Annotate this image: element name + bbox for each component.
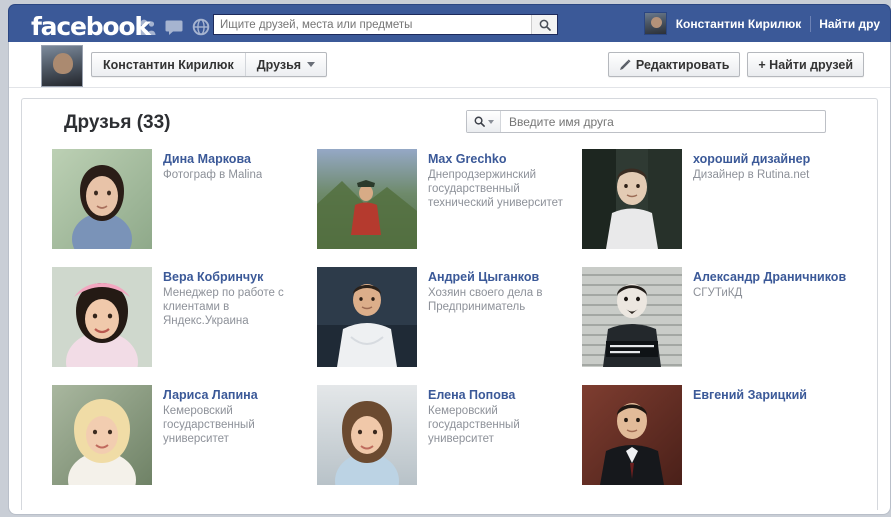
global-search-button[interactable] bbox=[531, 15, 557, 34]
friend-meta: Лариса Лапина Кемеровский государственны… bbox=[163, 385, 317, 485]
friend-name[interactable]: хороший дизайнер bbox=[693, 152, 810, 167]
friend-meta: Андрей Цыганков Хозяин своего дела в Пре… bbox=[428, 267, 582, 367]
friend-name[interactable]: Max Grechko bbox=[428, 152, 582, 167]
page-title: Друзья (33) bbox=[64, 112, 171, 134]
friend-name[interactable]: Вера Кобринчук bbox=[163, 270, 317, 285]
friend-subtitle: Дизайнер в Rutina.net bbox=[693, 168, 810, 182]
navbar-user-area: Константин Кирилюк Найти дру bbox=[644, 12, 888, 35]
friend-photo[interactable] bbox=[317, 149, 417, 249]
friend-meta: Вера Кобринчук Менеджер по работе с клие… bbox=[163, 267, 317, 367]
friend-meta: Елена Попова Кемеровский государственный… bbox=[428, 385, 582, 485]
friend-photo[interactable] bbox=[317, 385, 417, 485]
friend-photo[interactable] bbox=[582, 267, 682, 367]
facebook-top-navbar: facebook bbox=[8, 4, 891, 42]
friend-item[interactable]: Лариса Лапина Кемеровский государственны… bbox=[52, 385, 317, 485]
friend-meta: Max Grechko Днепродзержинский государств… bbox=[428, 149, 582, 249]
friend-item[interactable]: Вера Кобринчук Менеджер по работе с клие… bbox=[52, 267, 317, 367]
friend-name[interactable]: Александр Драничников bbox=[693, 270, 846, 285]
friend-photo[interactable] bbox=[52, 385, 152, 485]
friend-item[interactable]: Дина Маркова Фотограф в Malina bbox=[52, 149, 317, 249]
friend-subtitle: Кемеровский государственный университет bbox=[163, 404, 317, 446]
navbar-icon-group bbox=[137, 18, 211, 36]
friend-name[interactable]: Дина Маркова bbox=[163, 152, 262, 167]
friends-grid: Дина Маркова Фотограф в Malina Max Grech… bbox=[22, 149, 877, 485]
friend-subtitle: Хозяин своего дела в Предприниматель bbox=[428, 286, 582, 314]
messages-icon[interactable] bbox=[164, 18, 184, 36]
global-search-box[interactable] bbox=[213, 14, 558, 35]
friend-photo[interactable] bbox=[52, 267, 152, 367]
navbar-user-name[interactable]: Константин Кирилюк bbox=[667, 17, 811, 31]
pencil-icon bbox=[619, 59, 631, 71]
facebook-logo[interactable]: facebook bbox=[31, 12, 150, 41]
friend-item[interactable]: Евгений Зарицкий bbox=[582, 385, 847, 485]
friend-meta: хороший дизайнер Дизайнер в Rutina.net bbox=[693, 149, 810, 249]
friend-meta: Евгений Зарицкий bbox=[693, 385, 807, 485]
friend-subtitle: Менеджер по работе с клиентами в Яндекс.… bbox=[163, 286, 317, 328]
friend-photo[interactable] bbox=[317, 267, 417, 367]
friends-tab-label: Друзья bbox=[257, 58, 301, 72]
friends-card-header: Друзья (33) bbox=[22, 99, 877, 149]
friend-subtitle: Кемеровский государственный университет bbox=[428, 404, 582, 446]
search-icon bbox=[474, 116, 485, 127]
profile-name-button[interactable]: Константин Кирилюк bbox=[92, 53, 245, 76]
chevron-down-icon bbox=[307, 62, 315, 67]
profile-action-buttons: Редактировать + Найти друзей bbox=[608, 52, 864, 77]
page-body: Константин Кирилюк Друзья Редактировать … bbox=[8, 42, 891, 515]
friend-meta: Дина Маркова Фотограф в Malina bbox=[163, 149, 262, 249]
global-search-input[interactable] bbox=[214, 19, 531, 31]
friend-requests-icon[interactable] bbox=[137, 18, 157, 36]
friends-card: Друзья (33) bbox=[21, 98, 878, 510]
notifications-icon[interactable] bbox=[191, 18, 211, 36]
navbar-avatar[interactable] bbox=[644, 12, 667, 35]
friend-photo[interactable] bbox=[52, 149, 152, 249]
friend-name[interactable]: Евгений Зарицкий bbox=[693, 388, 807, 403]
friend-photo[interactable] bbox=[582, 149, 682, 249]
profile-nav-button-group: Константин Кирилюк Друзья bbox=[91, 52, 327, 77]
friend-item[interactable]: Елена Попова Кемеровский государственный… bbox=[317, 385, 582, 485]
friends-tab-button[interactable]: Друзья bbox=[246, 53, 326, 76]
friend-item[interactable]: Max Grechko Днепродзержинский государств… bbox=[317, 149, 582, 249]
friend-meta: Александр Драничников СГУТиКД bbox=[693, 267, 846, 367]
friend-subtitle: Днепродзержинский государственный технич… bbox=[428, 168, 582, 210]
profile-avatar[interactable] bbox=[41, 45, 83, 87]
friend-item[interactable]: хороший дизайнер Дизайнер в Rutina.net bbox=[582, 149, 847, 249]
friend-name[interactable]: Елена Попова bbox=[428, 388, 582, 403]
edit-button[interactable]: Редактировать bbox=[608, 52, 740, 77]
friend-item[interactable]: Андрей Цыганков Хозяин своего дела в Пре… bbox=[317, 267, 582, 367]
friend-search-scope-button[interactable] bbox=[467, 111, 501, 132]
friend-item[interactable]: Александр Драничников СГУТиКД bbox=[582, 267, 847, 367]
find-friends-button-label: + Найти друзей bbox=[758, 58, 853, 72]
friend-subtitle: СГУТиКД bbox=[693, 286, 846, 300]
edit-button-label: Редактировать bbox=[636, 58, 729, 72]
profile-toolbar: Константин Кирилюк Друзья Редактировать … bbox=[9, 42, 890, 88]
find-friends-button[interactable]: + Найти друзей bbox=[747, 52, 864, 77]
search-icon bbox=[539, 19, 551, 31]
navbar-find-friends-link[interactable]: Найти дру bbox=[811, 17, 888, 31]
friend-name[interactable]: Лариса Лапина bbox=[163, 388, 317, 403]
friend-search-input[interactable] bbox=[501, 115, 825, 129]
chevron-down-icon bbox=[488, 120, 494, 124]
friend-photo[interactable] bbox=[582, 385, 682, 485]
friend-search-box[interactable] bbox=[466, 110, 826, 133]
friend-name[interactable]: Андрей Цыганков bbox=[428, 270, 582, 285]
browser-viewport: facebook bbox=[0, 0, 891, 517]
friend-subtitle: Фотограф в Malina bbox=[163, 168, 262, 182]
